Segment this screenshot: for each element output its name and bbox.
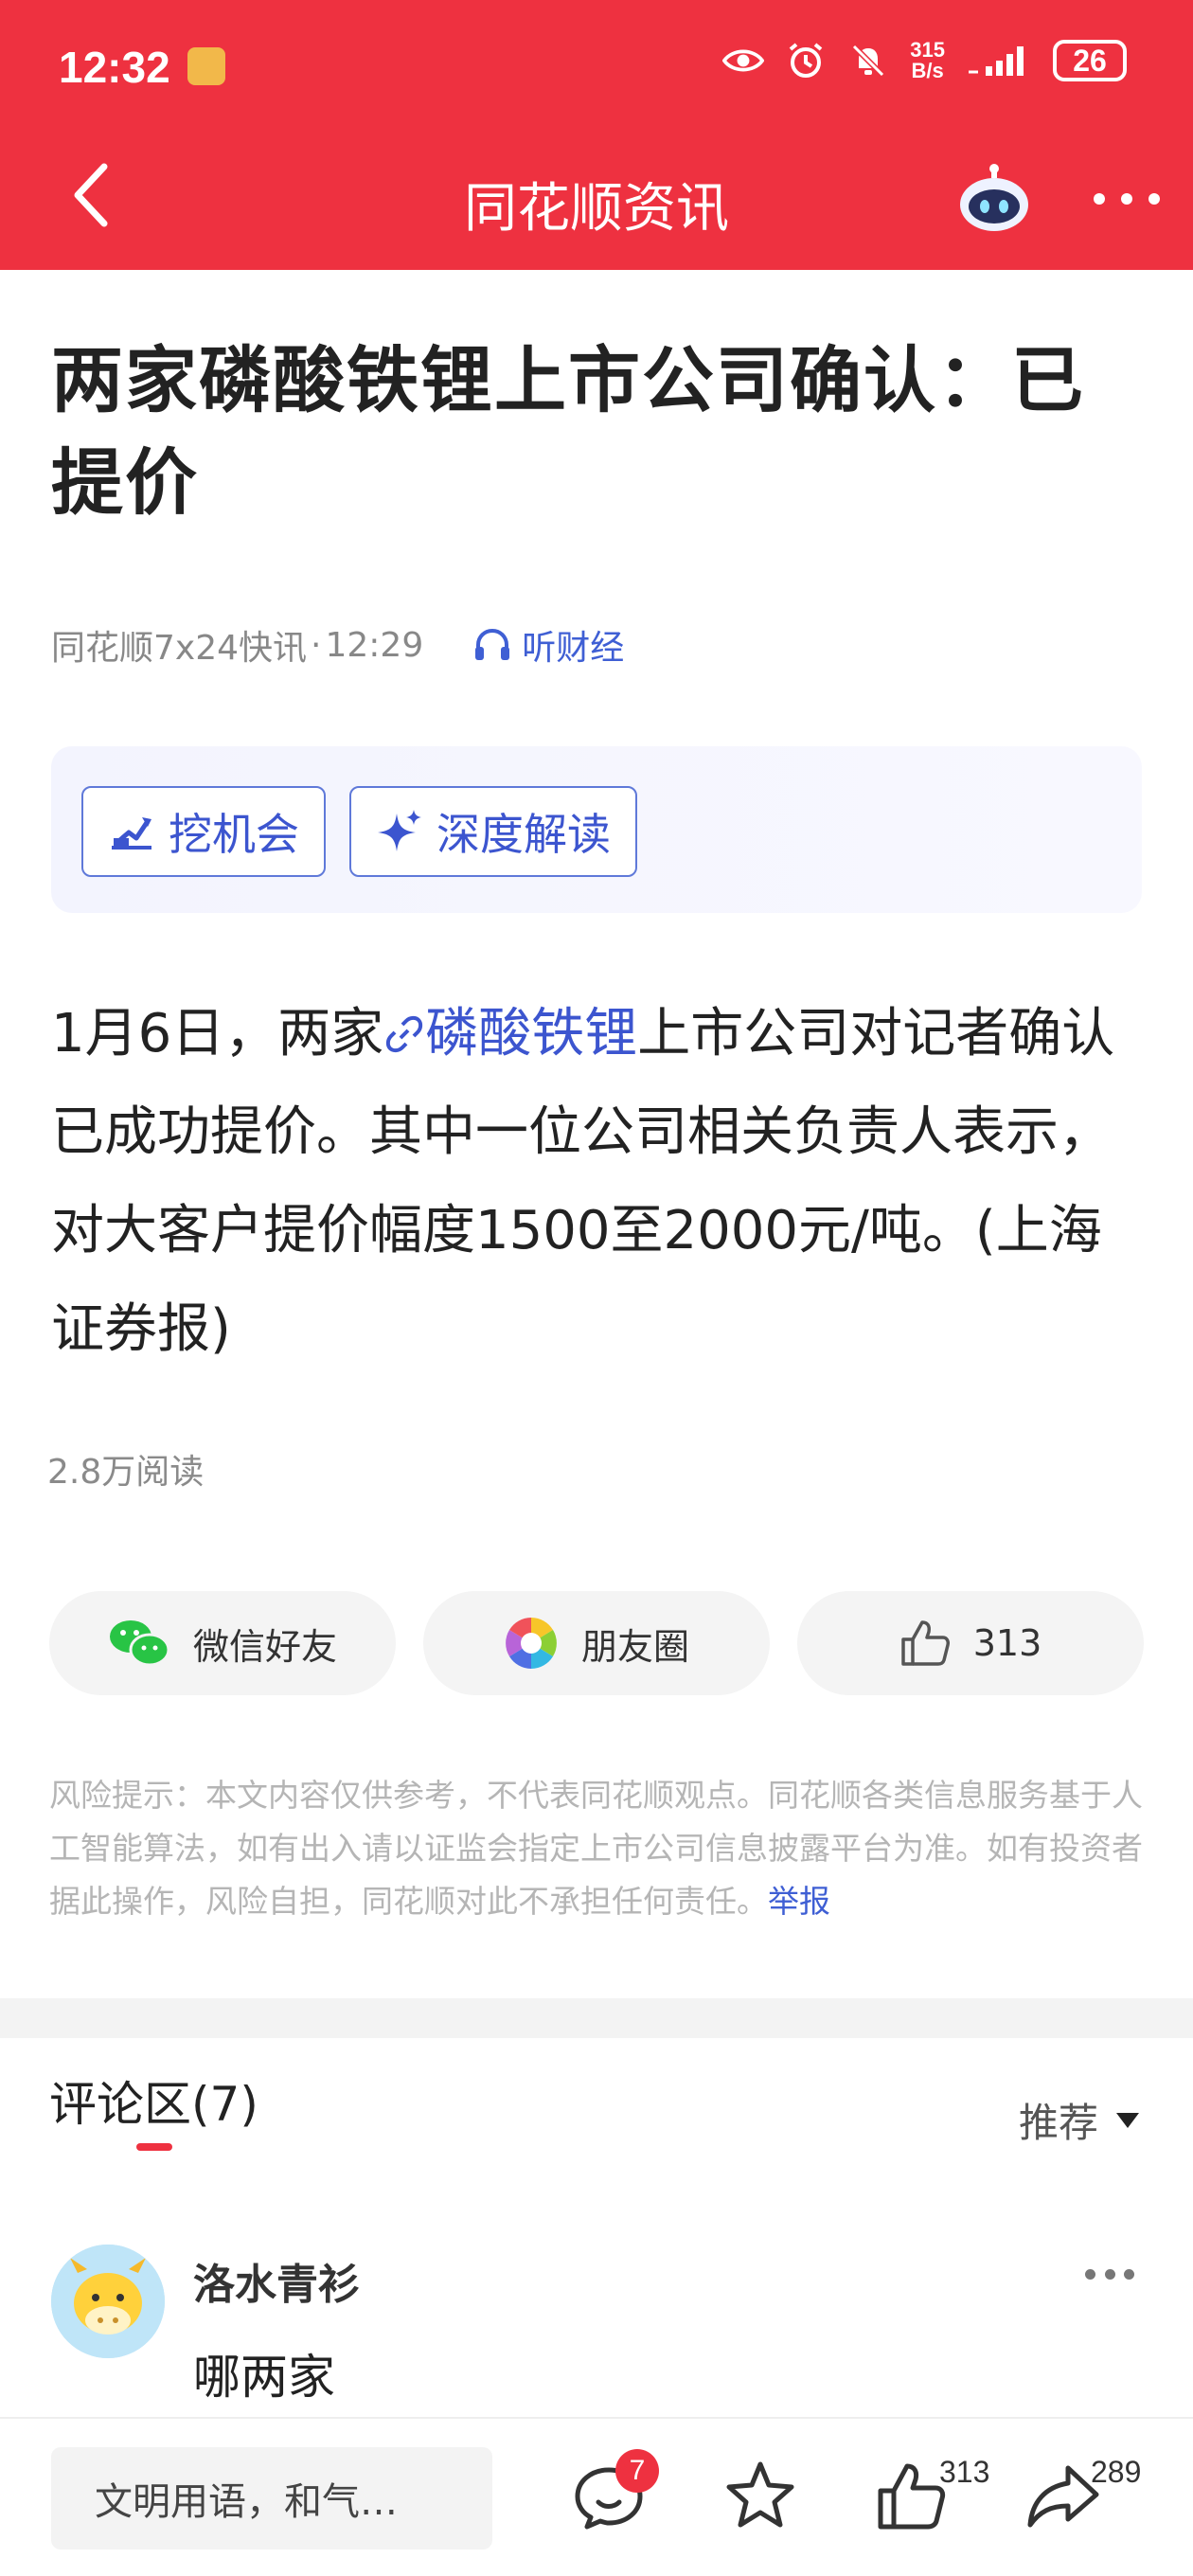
like-count: 313 (972, 1622, 1042, 1664)
topic-link-label: 磷酸铁锂 (425, 1003, 638, 1064)
like-bottom-count: 313 (939, 2455, 990, 2489)
star-icon (726, 2461, 794, 2528)
favorite-button[interactable] (718, 2453, 803, 2538)
opportunity-button[interactable]: 挖机会 (81, 786, 326, 877)
more-dots-icon (1094, 193, 1105, 205)
comment-text: 哪两家 (193, 2350, 335, 2405)
listen-label: 听财经 (522, 629, 625, 668)
link-icon (386, 1015, 423, 1053)
thumbs-up-icon (900, 1620, 950, 1666)
app-header: 12:32 315 B/s 26 同花顺资讯 (0, 0, 1193, 270)
wechat-icon (109, 1620, 170, 1667)
share-moments-button[interactable]: 朋友圈 (423, 1591, 770, 1695)
signal-icon (966, 40, 1032, 81)
article-body-lead: 1月6日，两家 (51, 1003, 384, 1064)
comment-more-button[interactable] (1085, 2269, 1134, 2282)
comment-input[interactable]: 文明用语，和气… (51, 2447, 492, 2549)
moments-icon (505, 1618, 557, 1669)
deep-read-label: 深度解读 (436, 809, 611, 860)
opportunity-label: 挖机会 (169, 809, 299, 860)
section-divider (0, 1998, 1193, 2038)
share-wechat-label: 微信好友 (192, 1625, 337, 1668)
eye-icon (722, 40, 765, 81)
risk-notice-text: 风险提示：本文内容仅供参考，不代表同花顺观点。同花顺各类信息服务基于人工智能算法… (49, 1777, 1143, 1920)
net-speed-value: 315 (910, 38, 945, 62)
article-meta: 同花顺7x24快讯 · 12:29 听财经 (51, 620, 624, 670)
assistant-button[interactable] (956, 161, 1032, 237)
meta-separator: · (311, 625, 322, 665)
headphones-icon (475, 628, 510, 660)
status-time: 12:32 (59, 43, 170, 92)
excavator-icon (112, 817, 151, 850)
cow-avatar-icon (51, 2245, 165, 2358)
more-button[interactable] (1094, 185, 1160, 213)
app-notification-icon (187, 47, 225, 85)
caret-down-icon (1116, 2112, 1139, 2128)
comment-count-badge: 7 (615, 2449, 659, 2493)
sort-label: 推荐 (1018, 2100, 1098, 2146)
share-count: 289 (1091, 2455, 1142, 2489)
risk-notice: 风险提示：本文内容仅供参考，不代表同花顺观点。同花顺各类信息服务基于人工智能算法… (49, 1769, 1148, 1928)
more-dots-icon (1085, 2269, 1095, 2280)
share-row: 微信好友 朋友圈 313 (49, 1591, 1144, 1695)
topic-link[interactable]: 磷酸铁锂 (383, 1003, 637, 1064)
comments-tab-indicator (136, 2143, 172, 2151)
mute-bell-icon (847, 40, 889, 81)
share-moments-label: 朋友圈 (580, 1625, 689, 1668)
article-body: 1月6日，两家 磷酸铁锂上市公司对记者确认已成功提价。其中一位公司相关负责人表示，… (51, 985, 1149, 1379)
read-count: 2.8万阅读 (47, 1453, 205, 1492)
comment-author[interactable]: 洛水青衫 (193, 2250, 360, 2311)
avatar[interactable] (51, 2245, 165, 2358)
report-link[interactable]: 举报 (768, 1883, 830, 1920)
bottom-action-bar: 文明用语，和气… 7 313 289 (0, 2417, 1193, 2576)
alarm-icon (785, 40, 827, 81)
article-title: 两家磷酸铁锂上市公司确认：已提价 (51, 338, 1085, 525)
like-button[interactable]: 313 (797, 1591, 1144, 1695)
battery-indicator: 26 (1053, 40, 1127, 81)
listen-button[interactable]: 听财经 (472, 620, 624, 670)
sparkle-icon (378, 810, 421, 851)
status-icons: 315 B/s 26 (722, 40, 1127, 81)
ai-tools-panel: 挖机会 深度解读 (51, 746, 1142, 913)
article-time: 12:29 (325, 625, 424, 665)
sort-dropdown[interactable]: 推荐 (1019, 2091, 1140, 2149)
robot-icon (960, 164, 1028, 231)
network-speed: 315 B/s (910, 40, 945, 81)
comments-title: 评论区(7) (49, 2077, 258, 2132)
deep-read-button[interactable]: 深度解读 (349, 786, 637, 877)
net-speed-unit: B/s (911, 59, 944, 82)
article-source[interactable]: 同花顺7x24快讯 (51, 620, 307, 670)
share-wechat-button[interactable]: 微信好友 (49, 1591, 396, 1695)
